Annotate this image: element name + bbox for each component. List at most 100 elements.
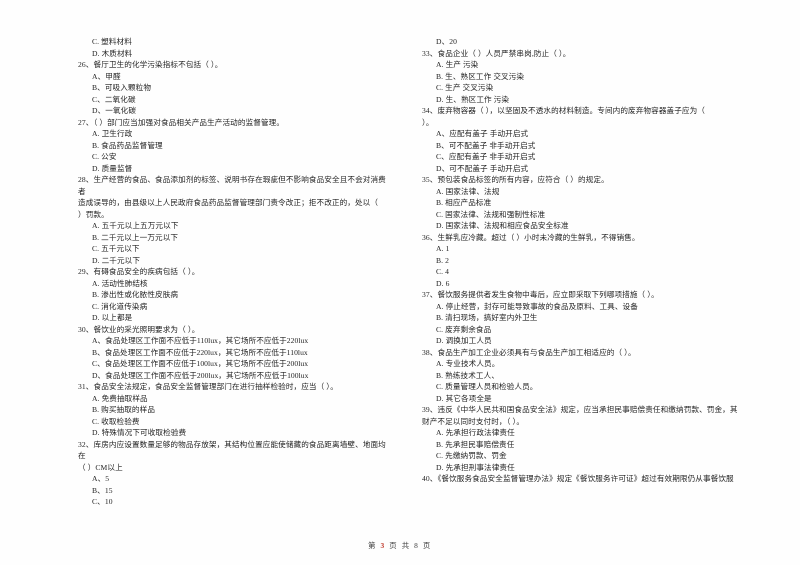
question-stem-continuation: （ ）CM以上 <box>78 462 123 472</box>
footer-middle: 页 共 <box>389 541 411 550</box>
question-text: 生产经营的食品、食品添加剂的标签、说明书存在瑕疵但不影响食品安全且不会对消费者 <box>78 175 386 196</box>
option-item: D. 调换加工人员 <box>436 336 492 345</box>
question-number: 38、 <box>422 347 438 357</box>
question-text: 违反《中华人民共和国食品安全法》规定，应当承担民事赔偿责任和缴纳罚款、罚金，其 <box>437 405 738 414</box>
footer-total-pages: 8 <box>414 541 420 550</box>
question-stem: 26、餐厅卫生的化学污染指标不包括（ ）。 <box>78 59 392 71</box>
question-number: 40、 <box>422 474 438 483</box>
option-item: B. 熟练技术工人、 <box>436 370 500 380</box>
question-number: 29、 <box>78 267 94 276</box>
question-number: 27、 <box>78 117 94 127</box>
question-stem-continuation: 财产不足以同时支付时，（ ）。 <box>422 416 525 426</box>
option-item: B. 相应产品标准 <box>436 198 492 207</box>
option-item: D、20 <box>436 37 458 46</box>
footer-suffix: 页 <box>422 541 432 550</box>
question-stem: 38、食品生产加工企业必须具有与食品生产加工相适应的（ ）。 <box>422 347 796 359</box>
option-item: C. 质量管理人员和检验人员。 <box>436 382 538 391</box>
document-page: C. 塑料材料 D. 木质材料 26、餐厅卫生的化学污染指标不包括（ ）。 A、… <box>0 0 800 565</box>
option-item: D、一氧化碳 <box>92 106 137 115</box>
question-text: 生鲜乳应冷藏。超过（ ）小时未冷藏的生鲜乳，不得销售。 <box>437 232 640 242</box>
option-item: A、应配有盖子 手动开启式 <box>436 129 529 138</box>
question-stem: 31、食品安全法规定，食品安全监督管理部门在进行抽样检验时，应当（ ）。 <box>78 381 392 393</box>
question-text: （ ）部门应当加强对食品相关产品生产活动的监督管理。 <box>93 117 285 127</box>
question-block: 37、餐饮服务提供者发生食物中毒后，应立即采取下列哪项措施（ ）。 A. 停止经… <box>422 289 796 347</box>
question-number: 32、 <box>78 439 94 449</box>
question-block: 40、《餐饮服务食品安全监督管理办法》规定《餐饮服务许可证》超过有效期限仍从事餐… <box>422 473 796 485</box>
option-item: D. 国家法律、法规和相应食品安全标准 <box>436 221 569 230</box>
option-item: B. 购买抽取的样品 <box>92 405 156 414</box>
option-item: B. 渗出性或化脓性皮肤病 <box>92 290 179 299</box>
option-item: A、甲醛 <box>92 71 121 81</box>
question-stem: 29、有碍食品安全的疾病包括（ ）。 <box>78 266 392 278</box>
footer-page-number: 3 <box>380 541 386 550</box>
option-item: C、应配有盖子 非手动开启式 <box>436 152 536 161</box>
option-item: D. 先承担刑事法律责任 <box>436 462 515 472</box>
option-item: D. 二千元以下 <box>92 255 141 265</box>
question-number: 39、 <box>422 405 438 414</box>
question-block: 39、违反《中华人民共和国食品安全法》规定，应当承担民事赔偿责任和缴纳罚款、罚金… <box>422 404 796 473</box>
question-block: 31、食品安全法规定，食品安全监督管理部门在进行抽样检验时，应当（ ）。 A. … <box>78 381 392 439</box>
question-block: 29、有碍食品安全的疾病包括（ ）。 A. 活动性肺结核 B. 渗出性或化脓性皮… <box>78 266 392 324</box>
question-stem: 32、库房内应设置数量足够的物品存放架，其结构位置应能使储藏的食品距离墙壁、地面… <box>78 439 392 462</box>
question-number: 35、 <box>422 175 438 184</box>
question-block: 30、餐饮业的采光照明要求为（ ）。 A、食品处理区工作面不应低于110lux，… <box>78 324 392 382</box>
option-item: A. 专业技术人员。 <box>436 359 500 368</box>
question-block: 35、预包装食品标签的所有内容，应符合（ ）的规定。 A. 国家法律、法规 B.… <box>422 174 796 232</box>
question-stem-continuation: ）罚款。 <box>78 209 109 219</box>
option-item: C、10 <box>92 497 113 506</box>
question-stem-continuation: 造成误导的，由县级以上人民政府食品药品监督管理部门责令改正；拒不改正的，处以（ <box>78 198 379 207</box>
question-stem: 40、《餐饮服务食品安全监督管理办法》规定《餐饮服务许可证》超过有效期限仍从事餐… <box>422 473 796 485</box>
option-item: D. 6 <box>436 278 450 288</box>
option-item: C. 生产 交叉污染 <box>436 83 494 92</box>
question-stem: 34、废弃物容器（ ），以坚固及不透水的材料制造。专间内的废弃物容器盖子应为（ <box>422 105 796 117</box>
question-text: 食品安全法规定，食品安全监督管理部门在进行抽样检验时，应当（ ）。 <box>93 382 338 391</box>
question-block: 27、（ ）部门应当加强对食品相关产品生产活动的监督管理。 A. 卫生行政 B.… <box>78 117 392 175</box>
question-stem: 33、食品企业（ ）人员严禁串岗,防止（ ）。 <box>422 48 796 60</box>
option-item: B. 二千元以上一万元以下 <box>92 232 179 242</box>
option-item: B. 清扫现场，搞好室内外卫生 <box>436 313 538 322</box>
option-item: C. 废弃剩余食品 <box>436 324 492 334</box>
question-number: 36、 <box>422 232 438 242</box>
question-text: 食品企业（ ）人员严禁串岗,防止（ ）。 <box>437 48 571 58</box>
option-item: D. 以上都是 <box>92 313 133 322</box>
question-block: 33、食品企业（ ）人员严禁串岗,防止（ ）。 A. 生产 污染 B. 生、熟区… <box>422 48 796 106</box>
question-stem: 27、（ ）部门应当加强对食品相关产品生产活动的监督管理。 <box>78 117 392 129</box>
question-stem: 30、餐饮业的采光照明要求为（ ）。 <box>78 324 392 336</box>
question-number: 37、 <box>422 290 438 299</box>
question-text: 餐饮服务提供者发生食物中毒后，应立即采取下列哪项措施（ ）。 <box>437 290 659 299</box>
option-item: D. 木质材料 <box>92 48 133 58</box>
option-item: A、食品处理区工作面不应低于110lux，其它场所不应低于220lux <box>92 336 309 345</box>
question-text: 有碍食品安全的疾病包括（ ）。 <box>93 267 200 276</box>
question-text: 《餐饮服务食品安全监督管理办法》规定《餐饮服务许可证》超过有效期限仍从事餐饮服 <box>437 474 734 483</box>
option-item: C. 五千元以下 <box>92 244 140 253</box>
option-item: B、食品处理区工作面不应低于220lux，其它场所不应低于110lux <box>92 347 308 357</box>
option-item: A. 五千元以上五万元以下 <box>92 221 179 230</box>
option-item: C. 塑料材料 <box>92 37 132 46</box>
option-item: C、二氧化碳 <box>92 94 136 104</box>
question-stem: 28、生产经营的食品、食品添加剂的标签、说明书存在瑕疵但不影响食品安全且不会对消… <box>78 174 392 197</box>
option-item: B、可吸入颗粒物 <box>92 83 152 92</box>
question-text: 餐厅卫生的化学污染指标不包括（ ）。 <box>93 60 223 69</box>
option-item: C. 公安 <box>92 152 117 161</box>
option-item: A、5 <box>92 474 110 483</box>
right-column: D、20 33、食品企业（ ）人员严禁串岗,防止（ ）。 A. 生产 污染 B.… <box>400 36 800 523</box>
question-block: 38、食品生产加工企业必须具有与食品生产加工相适应的（ ）。 A. 专业技术人员… <box>422 347 796 405</box>
question-text: 食品生产加工企业必须具有与食品生产加工相适应的（ ）。 <box>437 347 636 357</box>
question-number: 33、 <box>422 48 438 58</box>
option-item: D、可不配盖子 手动开启式 <box>436 163 529 173</box>
two-column-body: C. 塑料材料 D. 木质材料 26、餐厅卫生的化学污染指标不包括（ ）。 A、… <box>0 36 800 523</box>
question-block: 26、餐厅卫生的化学污染指标不包括（ ）。 A、甲醛 B、可吸入颗粒物 C、二氧… <box>78 59 392 117</box>
option-item: A. 活动性肺结核 <box>92 278 148 288</box>
question-stem: 35、预包装食品标签的所有内容，应符合（ ）的规定。 <box>422 174 796 186</box>
option-item: B、15 <box>92 485 113 495</box>
question-number: 30、 <box>78 324 94 334</box>
option-item: B、可不配盖子 非手动开启式 <box>436 140 536 150</box>
option-item: A. 生产 污染 <box>436 60 479 69</box>
option-item: A. 1 <box>436 244 450 253</box>
option-item: A. 停止经营，封存可能导致事故的食品及原料、工具、设备 <box>436 301 638 311</box>
option-item: B. 生、熟区工作 交叉污染 <box>436 71 525 81</box>
option-item: C. 先缴纳罚款、罚金 <box>436 451 507 460</box>
option-item: C. 国家法律、法规和强制性标准 <box>436 209 546 219</box>
footer-prefix: 第 <box>368 541 378 550</box>
option-item: D. 生、熟区工作 污染 <box>436 94 510 104</box>
